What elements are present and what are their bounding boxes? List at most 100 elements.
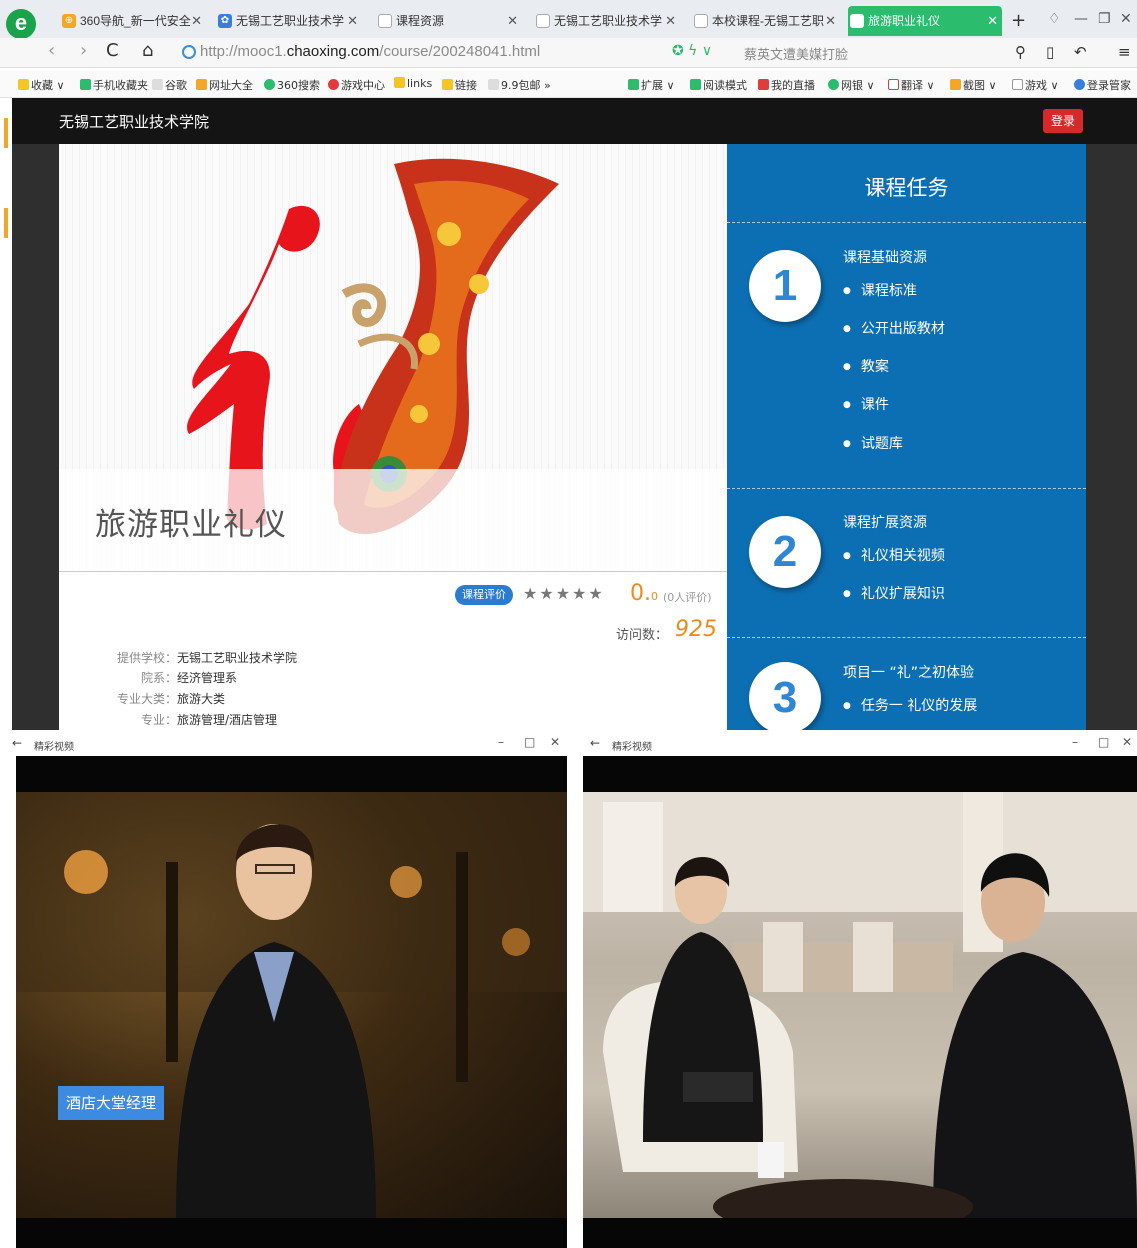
menu-icon[interactable]: ≡ bbox=[1118, 43, 1131, 61]
tab-label: 无锡工艺职业技术学 bbox=[554, 14, 663, 28]
course-tasks-panel: 课程任务 1 课程基础资源 课程标准 公开出版教材 教案 课件 试题库 2 课程… bbox=[727, 144, 1086, 734]
task-item[interactable]: 公开出版教材 bbox=[843, 318, 945, 338]
toolbar-label: 游戏 bbox=[1025, 79, 1047, 92]
bookmark-label: 游戏中心 bbox=[341, 79, 385, 92]
restore-button[interactable]: ❐ bbox=[1098, 11, 1111, 27]
toolbar-label: 阅读模式 bbox=[703, 79, 747, 92]
page-icon bbox=[152, 79, 163, 90]
visits-label: 访问数： bbox=[616, 628, 669, 643]
info-school: 提供学校：无锡工艺职业技术学院 bbox=[111, 649, 297, 666]
bookmark-games[interactable]: 游戏中心 bbox=[328, 77, 385, 93]
toolbar-live[interactable]: 我的直播 bbox=[758, 77, 815, 93]
window-close-button[interactable]: ✕ bbox=[1120, 11, 1132, 27]
bookmark-icon[interactable]: ▯ bbox=[1046, 43, 1054, 61]
tab-local-courses[interactable]: 本校课程-无锡工艺职 ✕ bbox=[692, 8, 840, 34]
close-icon[interactable]: ✕ bbox=[987, 6, 998, 36]
left-strip bbox=[0, 98, 12, 730]
reload-button[interactable]: C bbox=[106, 40, 119, 61]
login-button[interactable]: 登录 bbox=[1043, 109, 1083, 133]
video-titlebar: ← 精彩视频 – □ ✕ bbox=[0, 730, 573, 756]
url-field[interactable]: http://mooc1.chaoxing.com/course/2002480… bbox=[200, 43, 540, 60]
task-item[interactable]: 教案 bbox=[843, 356, 889, 376]
search-icon bbox=[264, 79, 275, 90]
tab-360-nav[interactable]: ⊕ 360导航_新一代安全 ✕ bbox=[60, 8, 206, 34]
page-icon bbox=[378, 14, 392, 28]
rating-badge[interactable]: 课程评价 bbox=[455, 585, 513, 605]
search-icon[interactable]: ⚲ bbox=[1015, 43, 1026, 61]
divider bbox=[59, 571, 727, 572]
task-item[interactable]: 课件 bbox=[843, 394, 889, 414]
tab-school-2[interactable]: 无锡工艺职业技术学 ✕ bbox=[534, 8, 680, 34]
page-icon bbox=[488, 79, 499, 90]
info-value: 旅游大类 bbox=[177, 692, 226, 706]
bookmark-link-folder[interactable]: 链接 bbox=[442, 77, 477, 93]
game-icon bbox=[1012, 79, 1023, 90]
globe-icon bbox=[196, 79, 207, 90]
address-bar: ‹ › C ⌂ http://mooc1.chaoxing.com/course… bbox=[0, 38, 1137, 68]
close-icon[interactable]: ✕ bbox=[665, 8, 676, 34]
page-icon bbox=[536, 14, 550, 28]
extension-icon bbox=[628, 79, 639, 90]
bookmark-favorites[interactable]: 收藏 ∨ bbox=[18, 77, 65, 93]
browser-logo-icon[interactable]: e bbox=[6, 9, 36, 39]
globe-icon: ⊕ bbox=[62, 14, 76, 28]
back-arrow-icon[interactable]: ← bbox=[12, 736, 22, 750]
tab-course-resources[interactable]: 课程资源 ✕ bbox=[376, 8, 522, 34]
bookmark-mobile[interactable]: 手机收藏夹 bbox=[80, 77, 148, 93]
score-main: 0. bbox=[630, 581, 651, 606]
task-item[interactable]: 任务一 礼仪的发展 bbox=[843, 695, 977, 715]
section-title[interactable]: 项目一 “礼”之初体验 bbox=[843, 662, 974, 682]
toolbar-login-manager[interactable]: 登录管家 bbox=[1074, 77, 1131, 93]
new-tab-button[interactable]: + bbox=[1011, 10, 1026, 31]
toolbar-reading-mode[interactable]: 阅读模式 bbox=[690, 77, 747, 93]
tab-label: 本校课程-无锡工艺职 bbox=[712, 14, 824, 28]
maximize-button[interactable]: □ bbox=[1098, 735, 1109, 749]
bookmark-hao[interactable]: 网址大全 bbox=[196, 77, 253, 93]
section-title[interactable]: 课程基础资源 bbox=[843, 247, 927, 267]
bookmark-links[interactable]: links bbox=[394, 77, 432, 90]
tv-icon bbox=[758, 79, 769, 90]
rating-stars[interactable]: ★★★★★ bbox=[523, 584, 605, 603]
task-item[interactable]: 课程标准 bbox=[843, 280, 917, 300]
search-hint[interactable]: 蔡英文遭美媒打脸 bbox=[744, 44, 848, 63]
home-button[interactable]: ⌂ bbox=[142, 40, 153, 61]
back-button[interactable]: ‹ bbox=[48, 40, 55, 61]
toolbar-bank[interactable]: 网银 ∨ bbox=[828, 77, 875, 93]
info-key: 专业： bbox=[140, 713, 177, 727]
section-title[interactable]: 课程扩展资源 bbox=[843, 512, 927, 532]
close-button[interactable]: ✕ bbox=[550, 735, 560, 749]
task-item[interactable]: 试题库 bbox=[843, 433, 903, 453]
minimize-button[interactable]: – bbox=[1072, 735, 1078, 749]
bookmark-99[interactable]: 9.9包邮 » bbox=[488, 77, 551, 93]
maximize-button[interactable]: □ bbox=[524, 735, 535, 749]
task-item[interactable]: 礼仪相关视频 bbox=[843, 545, 945, 565]
school-name[interactable]: 无锡工艺职业技术学院 bbox=[59, 111, 209, 132]
tab-tourism-etiquette[interactable]: 旅游职业礼仪 ✕ bbox=[848, 6, 1002, 36]
shirt-icon[interactable]: ♢ bbox=[1048, 11, 1061, 27]
toolbar-translate[interactable]: 翻译 ∨ bbox=[888, 77, 935, 93]
translate-icon bbox=[888, 79, 899, 90]
scissors-icon bbox=[950, 79, 961, 90]
minimize-button[interactable]: — bbox=[1074, 11, 1088, 27]
close-icon[interactable]: ✕ bbox=[347, 8, 358, 34]
tab-school[interactable]: ✿ 无锡工艺职业技术学 ✕ bbox=[216, 8, 362, 34]
back-arrow-icon[interactable]: ← bbox=[590, 736, 600, 750]
toolbar-games[interactable]: 游戏 ∨ bbox=[1012, 77, 1059, 93]
bookmark-360search[interactable]: 360搜索 bbox=[264, 77, 320, 93]
bookmark-google[interactable]: 谷歌 bbox=[152, 77, 187, 93]
speed-icon[interactable]: ✪ ϟ ∨ bbox=[672, 43, 712, 59]
close-icon[interactable]: ✕ bbox=[191, 8, 202, 34]
forward-button[interactable]: › bbox=[80, 40, 87, 61]
screenshot-root: e ⊕ 360导航_新一代安全 ✕ ✿ 无锡工艺职业技术学 ✕ 课程资源 ✕ 无… bbox=[0, 0, 1137, 1248]
minimize-button[interactable]: – bbox=[498, 735, 504, 749]
dashed-divider bbox=[727, 637, 1086, 638]
task-item[interactable]: 礼仪扩展知识 bbox=[843, 583, 945, 603]
toolbar-extensions[interactable]: 扩展 ∨ bbox=[628, 77, 675, 93]
close-icon[interactable]: ✕ bbox=[825, 8, 836, 34]
close-button[interactable]: ✕ bbox=[1122, 735, 1132, 749]
close-icon[interactable]: ✕ bbox=[507, 8, 518, 34]
undo-icon[interactable]: ↶ bbox=[1074, 43, 1087, 61]
course-title: 旅游职业礼仪 bbox=[95, 507, 287, 543]
toolbar-label: 网银 bbox=[841, 79, 863, 92]
toolbar-screenshot[interactable]: 截图 ∨ bbox=[950, 77, 997, 93]
